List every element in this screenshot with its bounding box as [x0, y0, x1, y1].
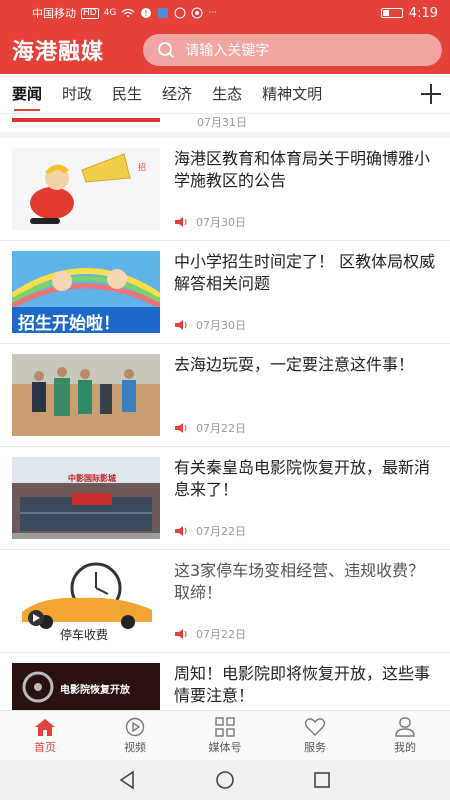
news-thumbnail: 招	[12, 148, 160, 230]
news-date: 07月22日	[196, 422, 246, 435]
system-nav-bar	[0, 760, 450, 800]
news-title: 周知！电影院即将恢复开放，这些事情要注意！	[174, 664, 431, 705]
app-title: 海港融媒	[12, 40, 105, 65]
list-item[interactable]: 电影院恢复开放 周知！电影院即将恢复开放，这些事情要注意！	[0, 653, 450, 710]
list-item[interactable]: 招生开始啦！ 中小学招生时间定了！ 区教体局权威解答相关问题 07月30日	[0, 241, 450, 344]
megaphone-cartoon-image: 招	[12, 148, 160, 230]
news-thumbnail	[12, 354, 160, 436]
cinema-reopen-text: 电影院恢复开放	[60, 685, 130, 696]
svg-text:招: 招	[138, 162, 146, 172]
app-icon-3	[191, 7, 203, 19]
news-title: 有关秦皇岛电影院恢复开放，最新消息来了！	[174, 458, 431, 499]
search-icon	[158, 42, 175, 59]
heart-icon	[304, 717, 326, 736]
speaker-icon[interactable]	[174, 216, 188, 228]
tab-headlines[interactable]: 要闻	[0, 74, 52, 114]
nav-home[interactable]: 首页	[0, 711, 90, 760]
tab-politics[interactable]: 时政	[52, 74, 102, 114]
list-item[interactable]: 中影国际影城 有关秦皇岛电影院恢复开放，最新消息来了！ 07月22日	[0, 447, 450, 550]
nav-label: 首页	[34, 740, 56, 754]
news-thumbnail: 招生开始啦！	[12, 251, 160, 333]
news-thumbnail: 停车收费	[12, 560, 160, 642]
nav-mine[interactable]: 我的	[360, 711, 450, 760]
news-thumbnail: 中影国际影城	[12, 457, 160, 539]
search-bar[interactable]: 请输入关键字	[143, 34, 442, 66]
status-bar: 中国移动 HD 4G ! ··· 4:19	[0, 0, 450, 26]
battery-icon	[380, 8, 403, 18]
status-time: 4:19	[408, 5, 438, 21]
tab-livelihood[interactable]: 民生	[102, 74, 152, 114]
bottom-nav: 首页 视频 媒体号 服务 我的	[0, 710, 450, 760]
speaker-icon[interactable]	[174, 628, 188, 640]
grid-icon	[215, 716, 235, 737]
svg-text:!: !	[145, 9, 148, 18]
news-date: 07月30日	[196, 216, 246, 229]
play-icon	[125, 717, 145, 736]
news-title: 去海边玩耍，一定要注意这件事！	[174, 355, 415, 374]
home-circle-icon[interactable]	[215, 770, 235, 790]
news-list: 07月31日 招 海港区教育和体育局关于明确博雅小学施教区的公告 07月30日	[0, 114, 450, 710]
list-item[interactable]: 去海边玩耍，一定要注意这件事！ 07月22日	[0, 344, 450, 447]
tab-ecology[interactable]: 生态	[202, 74, 252, 114]
app-icon	[158, 8, 169, 18]
parking-fee-text: 停车收费	[60, 628, 109, 642]
nav-media[interactable]: 媒体号	[180, 711, 270, 760]
news-thumbnail	[12, 114, 160, 122]
add-tab-icon[interactable]	[420, 83, 442, 105]
news-thumbnail: 电影院恢复开放	[12, 663, 160, 710]
signal-icon: 4G	[103, 7, 117, 18]
nav-label: 视频	[124, 740, 146, 754]
tab-civilization[interactable]: 精神文明	[252, 74, 332, 114]
speaker-icon[interactable]	[174, 525, 188, 537]
news-title: 海港区教育和体育局关于明确博雅小学施教区的公告	[174, 149, 431, 190]
tab-economy[interactable]: 经济	[152, 74, 202, 114]
nav-label: 服务	[304, 740, 326, 754]
list-item[interactable]: 停车收费 这3家停车场变相经营、违规收费？取缔！ 07月22日	[0, 550, 450, 653]
nav-label: 我的	[394, 740, 416, 754]
list-item[interactable]: 07月31日	[0, 114, 450, 138]
notification-icon: !	[141, 8, 152, 18]
beach-rescue-photo	[12, 354, 160, 436]
app-header: 海港融媒 请输入关键字	[0, 26, 450, 74]
hd-icon: HD	[81, 7, 99, 19]
recent-apps-icon[interactable]	[312, 770, 332, 790]
nav-service[interactable]: 服务	[270, 711, 360, 760]
nav-label: 媒体号	[208, 740, 242, 754]
speaker-icon[interactable]	[174, 319, 188, 331]
news-date: 07月31日	[197, 116, 247, 129]
cinema-building-photo	[12, 457, 160, 539]
nav-video[interactable]: 视频	[90, 711, 180, 760]
search-input[interactable]: 请输入关键字	[185, 40, 269, 60]
home-icon	[35, 718, 55, 736]
user-icon	[395, 716, 415, 737]
list-item[interactable]: 招 海港区教育和体育局关于明确博雅小学施教区的公告 07月30日	[0, 138, 450, 241]
cinema-sign-text: 中影国际影城	[68, 474, 116, 483]
wifi-icon	[122, 8, 135, 17]
app-icon-2	[174, 7, 186, 19]
carrier-label: 中国移动	[32, 7, 76, 20]
back-icon[interactable]	[118, 770, 138, 790]
speaker-icon[interactable]	[174, 422, 188, 434]
news-date: 07月22日	[196, 525, 246, 538]
news-title: 中小学招生时间定了！ 区教体局权威解答相关问题	[174, 252, 436, 293]
more-icon: ···	[208, 7, 217, 18]
news-title: 这3家停车场变相经营、违规收费？取缔！	[174, 561, 425, 602]
category-tabs: 要闻 时政 民生 经济 生态 精神文明	[0, 74, 450, 114]
news-date: 07月22日	[196, 628, 246, 641]
news-date: 07月30日	[196, 319, 246, 332]
enrollment-banner-text: 招生开始啦！	[18, 314, 120, 333]
